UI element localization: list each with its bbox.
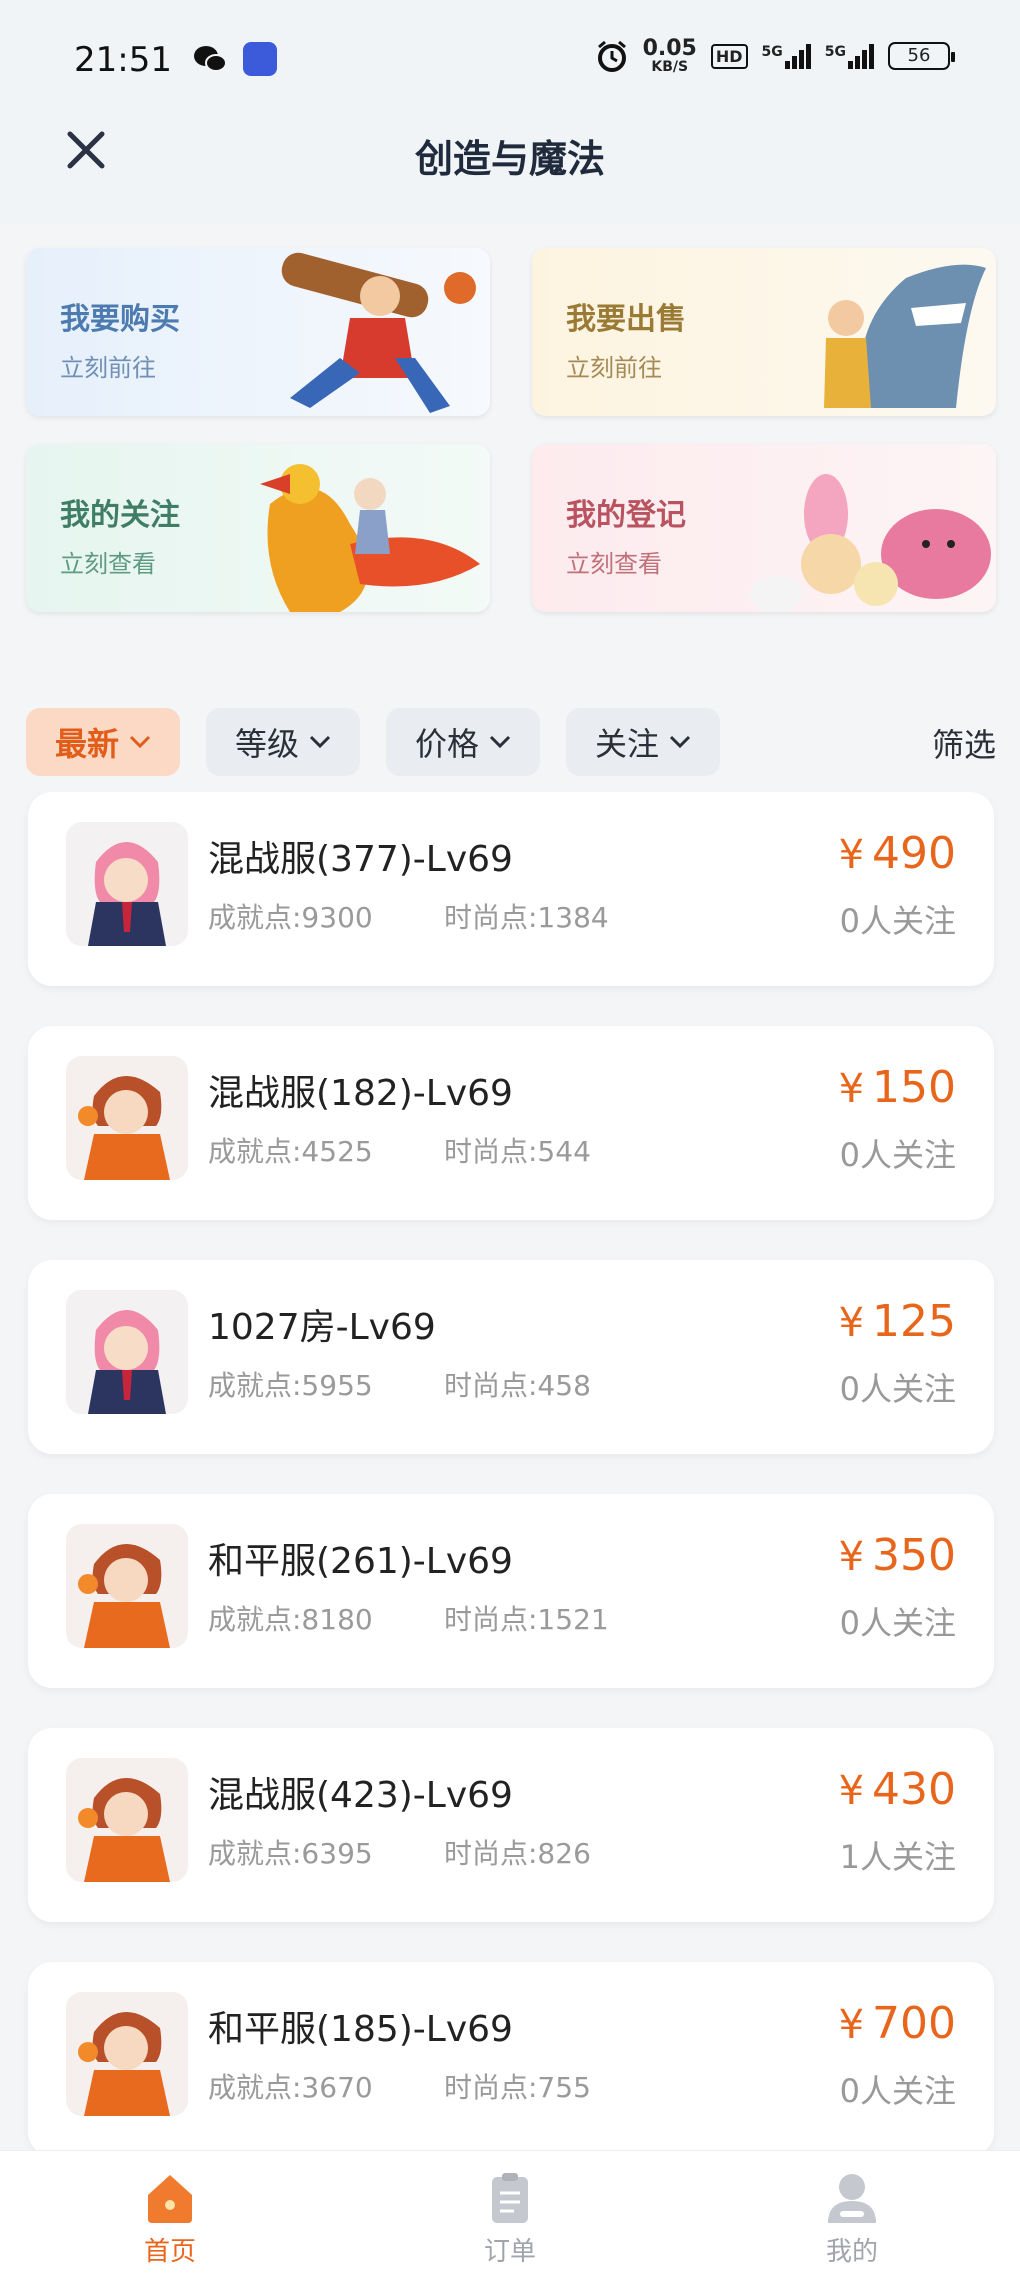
signal-icon: 5G [762, 43, 811, 69]
app-notification-icon [243, 42, 277, 76]
signal-icon: 5G [825, 43, 874, 69]
item-price: ¥350 [838, 1530, 956, 1581]
follower-count: 1人关注 [839, 1838, 956, 1876]
buy-character-illustration [281, 252, 476, 413]
follow-character-illustration [260, 464, 480, 612]
listing-list: 混战服(377)-Lv69 成就点:9300 时尚点:1384 ¥490 0人关… [0, 792, 1020, 2150]
fashion-points: 时尚点:1521 [444, 1603, 609, 1636]
tab-label: 我的 [825, 2237, 878, 2267]
network-speed: 0.05 KB/S [642, 36, 697, 75]
follower-count: 0人关注 [839, 902, 956, 940]
list-item[interactable]: 1027房-Lv69 成就点:5955 时尚点:458 ¥125 0人关注 [28, 1260, 994, 1454]
achievement-points: 成就点:4525 [208, 1135, 373, 1168]
fashion-points: 时尚点:1384 [444, 901, 609, 934]
list-item[interactable]: 混战服(182)-Lv69 成就点:4525 时尚点:544 ¥150 0人关注 [28, 1026, 994, 1220]
fashion-points: 时尚点:458 [444, 1369, 591, 1402]
sell-card[interactable]: 我要出售 立刻前往 [532, 248, 996, 416]
app-screen: 21:51 0.05 KB/S HD 5G 5G 56 创造与魔法 我要购买 立… [0, 0, 1020, 2280]
item-title: 1027房-Lv69 [208, 1307, 436, 1348]
card-title: 我的关注 [60, 498, 180, 533]
tab-home[interactable]: 首页 [100, 2171, 240, 2268]
list-item[interactable]: 和平服(185)-Lv69 成就点:3670 时尚点:755 ¥700 0人关注 [28, 1962, 994, 2150]
tab-label: 首页 [143, 2237, 196, 2267]
fashion-points: 时尚点:826 [444, 1837, 591, 1870]
card-title: 我要出售 [566, 302, 686, 337]
sell-character-illustration [824, 264, 986, 408]
chevron-down-icon [129, 735, 151, 749]
item-title: 和平服(185)-Lv69 [208, 2009, 513, 2050]
follower-count: 0人关注 [839, 1604, 956, 1642]
account-avatar [66, 1056, 188, 1180]
follow-filter-chip[interactable]: 关注 [566, 708, 720, 776]
quick-actions: 我要购买 立刻前往 我要出售 立刻前往 我的关注 立刻查看 我的登记 立刻查看 [0, 224, 1020, 672]
achievement-points: 成就点:9300 [208, 901, 373, 934]
price-filter-chip[interactable]: 价格 [386, 708, 540, 776]
chevron-down-icon [669, 735, 691, 749]
card-subtitle: 立刻前往 [566, 354, 662, 382]
achievement-points: 成就点:3670 [208, 2071, 373, 2104]
chevron-down-icon [489, 735, 511, 749]
follower-count: 0人关注 [839, 2072, 956, 2110]
home-icon [148, 2175, 192, 2223]
item-title: 混战服(423)-Lv69 [208, 1775, 513, 1816]
register-character-illustration [750, 474, 991, 612]
alarm-icon [597, 40, 626, 72]
account-avatar [66, 822, 188, 946]
status-time: 21:51 [74, 40, 172, 80]
follow-card[interactable]: 我的关注 立刻查看 [26, 444, 490, 612]
card-subtitle: 立刻查看 [60, 550, 156, 578]
hd-badge: HD [710, 43, 748, 69]
follower-count: 0人关注 [839, 1136, 956, 1174]
card-subtitle: 立刻前往 [60, 354, 156, 382]
item-price: ¥430 [838, 1764, 956, 1815]
user-icon [828, 2174, 876, 2223]
fashion-points: 时尚点:544 [444, 1135, 591, 1168]
tab-label: 订单 [483, 2237, 536, 2267]
achievement-points: 成就点:6395 [208, 1837, 373, 1870]
bottom-tab-bar: 首页 订单 我的 [0, 2150, 1020, 2280]
list-item[interactable]: 混战服(377)-Lv69 成就点:9300 时尚点:1384 ¥490 0人关… [28, 792, 994, 986]
account-avatar [66, 1758, 188, 1882]
item-price: ¥700 [838, 1998, 956, 2049]
item-price: ¥490 [838, 828, 956, 879]
account-avatar [66, 1992, 188, 2116]
battery-indicator: 56 [888, 42, 955, 70]
item-title: 混战服(182)-Lv69 [208, 1073, 513, 1114]
page-title: 创造与魔法 [414, 137, 605, 181]
card-title: 我的登记 [566, 498, 686, 533]
item-price: ¥125 [838, 1296, 956, 1347]
sort-latest-chip[interactable]: 最新 [26, 708, 180, 776]
chevron-down-icon [309, 735, 331, 749]
tab-orders[interactable]: 订单 [440, 2171, 580, 2268]
register-card[interactable]: 我的登记 立刻查看 [532, 444, 996, 612]
account-avatar [66, 1524, 188, 1648]
filter-button[interactable]: 筛选 [932, 720, 996, 766]
fashion-points: 时尚点:755 [444, 2071, 591, 2104]
wechat-icon [194, 46, 227, 72]
account-avatar [66, 1290, 188, 1414]
follower-count: 0人关注 [839, 1370, 956, 1408]
top-navbar: 创造与魔法 [0, 100, 1020, 224]
card-title: 我要购买 [60, 302, 180, 337]
achievement-points: 成就点:8180 [208, 1603, 373, 1636]
orders-icon [492, 2173, 528, 2223]
item-price: ¥150 [838, 1062, 956, 1113]
achievement-points: 成就点:5955 [208, 1369, 373, 1402]
item-title: 和平服(261)-Lv69 [208, 1541, 513, 1582]
status-right: 0.05 KB/S HD 5G 5G 56 [595, 36, 955, 75]
filter-bar: 最新 等级 价格 关注 筛选 [0, 672, 1020, 792]
list-item[interactable]: 混战服(423)-Lv69 成就点:6395 时尚点:826 ¥430 1人关注 [28, 1728, 994, 1922]
level-filter-chip[interactable]: 等级 [206, 708, 360, 776]
buy-card[interactable]: 我要购买 立刻前往 [26, 248, 490, 416]
item-title: 混战服(377)-Lv69 [208, 839, 513, 880]
card-subtitle: 立刻查看 [566, 550, 662, 578]
list-item[interactable]: 和平服(261)-Lv69 成就点:8180 时尚点:1521 ¥350 0人关… [28, 1494, 994, 1688]
tab-mine[interactable]: 我的 [782, 2171, 922, 2268]
